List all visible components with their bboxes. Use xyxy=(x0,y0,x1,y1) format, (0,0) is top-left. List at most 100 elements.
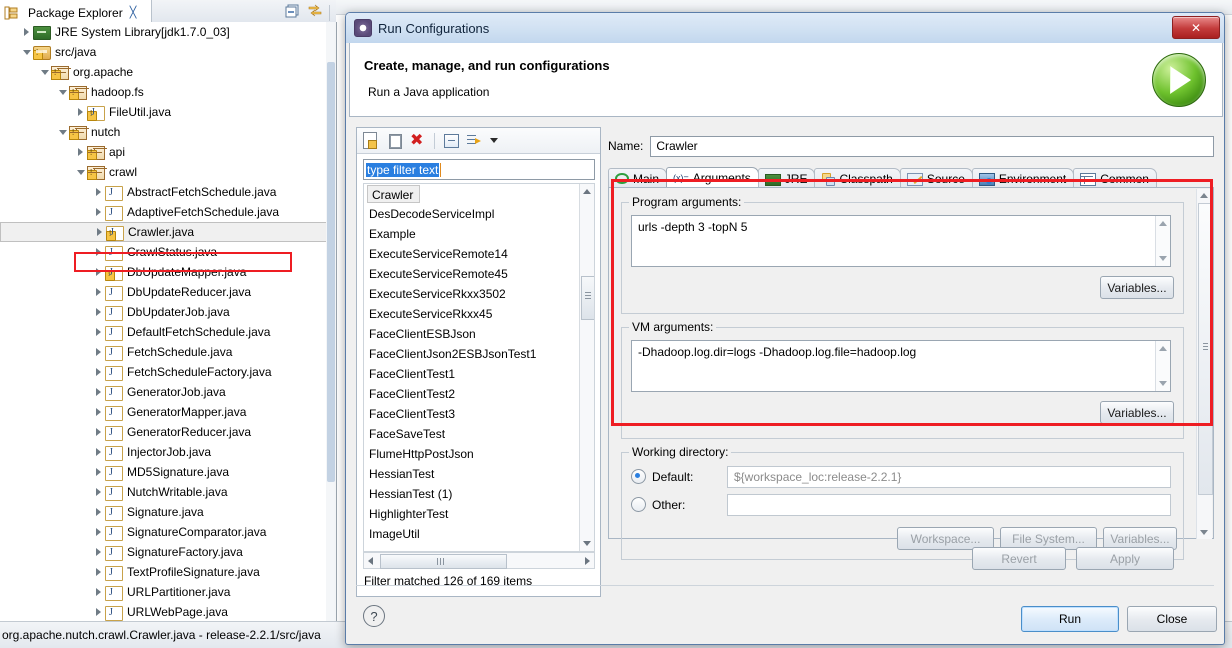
expand-arrow-closed-icon[interactable] xyxy=(94,242,105,262)
expand-arrow-open-icon[interactable] xyxy=(40,62,51,82)
expand-arrow-closed-icon[interactable] xyxy=(94,422,105,442)
expand-arrow-closed-icon[interactable] xyxy=(94,462,105,482)
tab-package-explorer[interactable]: Package Explorer ╳ xyxy=(0,0,152,22)
configuration-list-item[interactable]: ExecuteServiceRkxx3502 xyxy=(364,284,594,304)
expand-arrow-closed-icon[interactable] xyxy=(94,182,105,202)
tree-item[interactable]: NutchWritable.java xyxy=(0,482,336,502)
hscrollbar-thumb[interactable] xyxy=(380,554,507,569)
scroll-down-icon[interactable] xyxy=(1159,381,1167,386)
tree-item[interactable]: GeneratorReducer.java xyxy=(0,422,336,442)
program-arguments-scrollbar[interactable] xyxy=(1155,216,1170,266)
configuration-list-item[interactable]: FlumeHttpPostJson xyxy=(364,444,594,464)
expand-arrow-open-icon[interactable] xyxy=(58,82,69,102)
dialog-title-bar[interactable]: Run Configurations ✕ xyxy=(346,13,1224,43)
configuration-list-item[interactable]: ExecuteServiceRemote45 xyxy=(364,264,594,284)
tree-item[interactable]: DbUpdateMapper.java xyxy=(0,262,336,282)
configuration-list-item[interactable]: ExecuteServiceRkxx45 xyxy=(364,304,594,324)
expand-arrow-closed-icon[interactable] xyxy=(94,542,105,562)
configuration-list-item[interactable]: ImageUtil xyxy=(364,524,594,544)
tab-pane-scrollbar[interactable] xyxy=(1196,189,1213,539)
configuration-list-item[interactable]: FaceClientESBJson xyxy=(364,324,594,344)
default-radio[interactable] xyxy=(631,469,646,484)
scrollbar-thumb[interactable] xyxy=(581,276,594,320)
expand-arrow-closed-icon[interactable] xyxy=(94,262,105,282)
scroll-left-icon[interactable] xyxy=(368,557,373,565)
tree-item[interactable]: AbstractFetchSchedule.java xyxy=(0,182,336,202)
working-directory-default-row[interactable]: Default: xyxy=(631,469,693,484)
expand-arrow-closed-icon[interactable] xyxy=(94,342,105,362)
scroll-up-icon[interactable] xyxy=(1159,346,1167,351)
tree-item[interactable]: nutch xyxy=(0,122,336,142)
apply-button[interactable]: Apply xyxy=(1076,547,1174,570)
configuration-list-item[interactable]: DesDecodeServiceImpl xyxy=(364,204,594,224)
scroll-up-icon[interactable] xyxy=(1200,193,1208,198)
vm-arguments-textarea[interactable]: -Dhadoop.log.dir=logs -Dhadoop.log.file=… xyxy=(631,340,1171,392)
expand-arrow-closed-icon[interactable] xyxy=(76,102,87,122)
expand-arrow-closed-icon[interactable] xyxy=(94,482,105,502)
help-icon[interactable]: ? xyxy=(363,605,385,627)
delete-configuration-icon[interactable]: ✖ xyxy=(410,132,427,149)
expand-arrow-closed-icon[interactable] xyxy=(94,602,105,622)
tree-item[interactable]: URLPartitioner.java xyxy=(0,582,336,602)
configurations-list[interactable]: Crawler DesDecodeServiceImpl Example Execut… xyxy=(363,183,595,552)
tab-source[interactable]: Source xyxy=(899,168,973,188)
tree-item[interactable]: Signature.java xyxy=(0,502,336,522)
vm-arguments-scrollbar[interactable] xyxy=(1155,341,1170,391)
tree-item[interactable]: FetchSchedule.java xyxy=(0,342,336,362)
run-button[interactable]: Run xyxy=(1021,606,1119,632)
scrollbar-thumb[interactable] xyxy=(327,62,335,482)
tree-item[interactable]: JRE System Library [jdk1.7.0_03] xyxy=(0,22,336,42)
tree-item[interactable]: InjectorJob.java xyxy=(0,442,336,462)
expand-arrow-closed-icon[interactable] xyxy=(94,322,105,342)
collapse-all-icon[interactable] xyxy=(442,132,459,149)
chevron-down-icon[interactable] xyxy=(490,138,498,143)
configuration-list-item[interactable]: ExecuteServiceRemote14 xyxy=(364,244,594,264)
expand-arrow-closed-icon[interactable] xyxy=(95,222,106,242)
expand-arrow-closed-icon[interactable] xyxy=(94,402,105,422)
expand-arrow-closed-icon[interactable] xyxy=(94,362,105,382)
tree-item[interactable]: SignatureComparator.java xyxy=(0,522,336,542)
expand-arrow-closed-icon[interactable] xyxy=(94,522,105,542)
working-directory-other-row[interactable]: Other: xyxy=(631,497,685,512)
close-button[interactable]: Close xyxy=(1127,606,1217,632)
tab-classpath[interactable]: Classpath xyxy=(814,168,901,188)
tree-item[interactable]: AdaptiveFetchSchedule.java xyxy=(0,202,336,222)
tree-item[interactable]: CrawlStatus.java xyxy=(0,242,336,262)
tree-item[interactable]: FileUtil.java xyxy=(0,102,336,122)
tree-item[interactable]: hadoop.fs xyxy=(0,82,336,102)
tab-environment[interactable]: Environment xyxy=(971,168,1075,188)
tree-item[interactable]: FetchScheduleFactory.java xyxy=(0,362,336,382)
tree-item[interactable]: GeneratorJob.java xyxy=(0,382,336,402)
expand-arrow-closed-icon[interactable] xyxy=(76,142,87,162)
configurations-list-hscrollbar[interactable] xyxy=(363,552,595,569)
scroll-up-icon[interactable] xyxy=(583,189,591,194)
tree-item[interactable]: GeneratorMapper.java xyxy=(0,402,336,422)
expand-arrow-open-icon[interactable] xyxy=(22,42,33,62)
configuration-list-item[interactable]: HighlighterTest xyxy=(364,504,594,524)
duplicate-configuration-icon[interactable] xyxy=(386,132,403,149)
tab-main[interactable]: Main xyxy=(608,168,668,188)
close-icon[interactable]: ╳ xyxy=(130,6,137,19)
expand-arrow-closed-icon[interactable] xyxy=(94,382,105,402)
expand-arrow-closed-icon[interactable] xyxy=(94,442,105,462)
collapse-all-icon[interactable] xyxy=(285,3,301,22)
expand-arrow-closed-icon[interactable] xyxy=(22,22,33,42)
tree-item[interactable]: SignatureFactory.java xyxy=(0,542,336,562)
expand-arrow-open-icon[interactable] xyxy=(76,162,87,182)
configuration-list-item[interactable]: Crawler xyxy=(367,185,421,203)
tree-item[interactable]: src/java xyxy=(0,42,336,62)
expand-arrow-closed-icon[interactable] xyxy=(94,582,105,602)
filter-input[interactable]: type filter text xyxy=(363,159,595,180)
configuration-list-item[interactable]: Example xyxy=(364,224,594,244)
scrollbar-thumb[interactable] xyxy=(1198,203,1213,495)
tree-item[interactable]: DbUpdaterJob.java xyxy=(0,302,336,322)
configuration-list-item[interactable]: HessianTest xyxy=(364,464,594,484)
expand-arrow-closed-icon[interactable] xyxy=(94,282,105,302)
tree-item[interactable]: TextProfileSignature.java xyxy=(0,562,336,582)
scroll-down-icon[interactable] xyxy=(1200,530,1208,535)
program-arguments-variables-button[interactable]: Variables... xyxy=(1100,276,1174,299)
scroll-down-icon[interactable] xyxy=(1159,256,1167,261)
configuration-list-item[interactable]: FaceClientJson2ESBJsonTest1 xyxy=(364,344,594,364)
expand-arrow-closed-icon[interactable] xyxy=(94,202,105,222)
other-directory-field[interactable] xyxy=(727,494,1171,516)
